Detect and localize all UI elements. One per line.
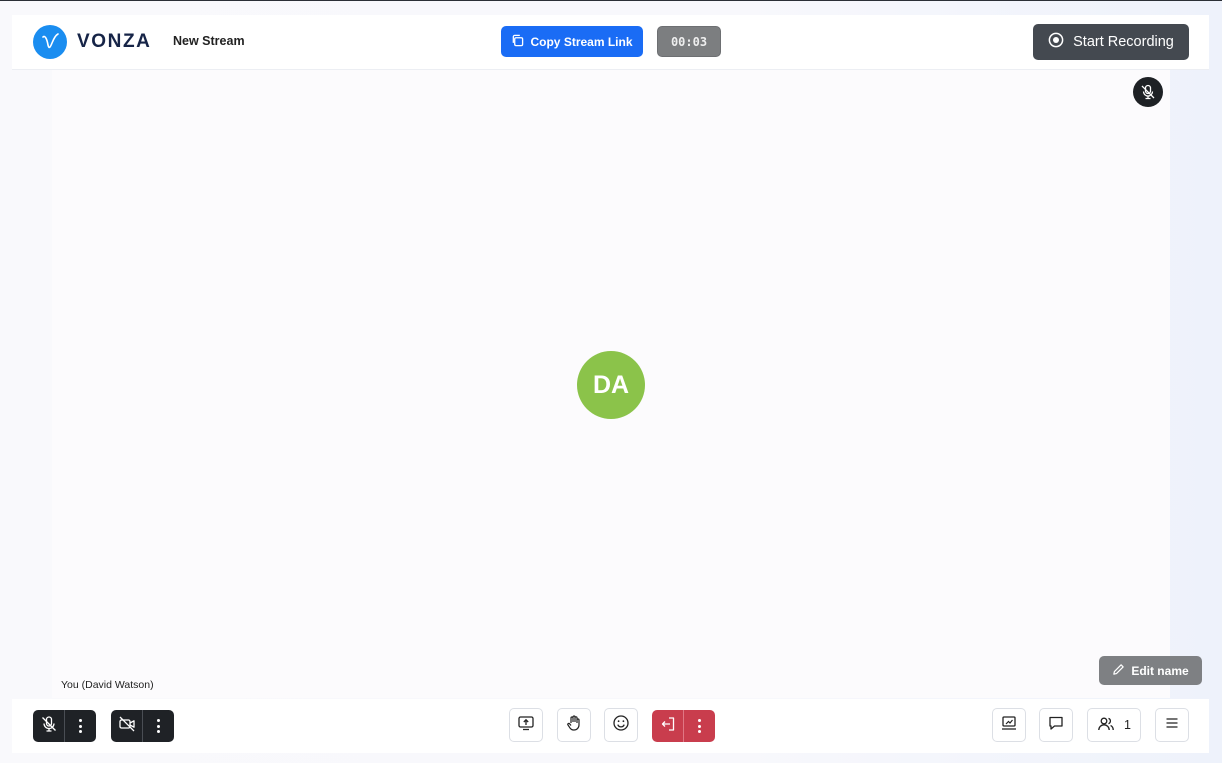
leave-stream-button[interactable]	[652, 710, 683, 742]
participants-icon	[1097, 715, 1115, 736]
whiteboard-button[interactable]	[992, 708, 1026, 742]
participants-button[interactable]: 1	[1087, 708, 1141, 742]
bottom-toolbar: 1	[12, 699, 1209, 753]
copy-stream-link-label: Copy Stream Link	[530, 34, 633, 49]
more-options-icon	[79, 719, 82, 733]
avatar: DA	[577, 351, 645, 419]
more-options-icon	[157, 719, 160, 733]
raise-hand-button[interactable]	[557, 708, 591, 742]
edit-name-label: Edit name	[1131, 663, 1189, 678]
leave-control-group	[652, 710, 715, 742]
start-recording-button[interactable]: Start Recording	[1033, 24, 1189, 60]
participant-count: 1	[1124, 718, 1131, 732]
participant-name-label: You (David Watson)	[61, 679, 154, 691]
camera-off-icon	[118, 715, 136, 738]
menu-icon	[1163, 714, 1181, 737]
mic-options-button[interactable]	[64, 710, 96, 742]
leave-icon	[659, 715, 677, 738]
camera-options-button[interactable]	[142, 710, 174, 742]
share-screen-icon	[517, 714, 535, 737]
stream-timer: 00:03	[657, 26, 721, 57]
raise-hand-icon	[565, 714, 583, 737]
camera-toggle-button[interactable]	[111, 710, 142, 742]
edit-name-button[interactable]: Edit name	[1099, 656, 1202, 685]
leave-options-button[interactable]	[683, 710, 715, 742]
start-recording-label: Start Recording	[1073, 34, 1174, 50]
mic-toggle-button[interactable]	[33, 710, 64, 742]
brand-name: VONZA	[77, 31, 152, 52]
copy-icon	[511, 34, 524, 50]
chat-button[interactable]	[1039, 708, 1073, 742]
mic-control-group	[33, 710, 96, 742]
vonza-logo-icon	[33, 25, 67, 59]
stream-title: New Stream	[173, 34, 245, 48]
pencil-icon	[1112, 663, 1125, 679]
mic-off-icon	[40, 715, 58, 738]
emoji-reaction-button[interactable]	[604, 708, 638, 742]
whiteboard-icon	[1000, 714, 1018, 737]
share-screen-button[interactable]	[509, 708, 543, 742]
menu-button[interactable]	[1155, 708, 1189, 742]
record-icon	[1048, 32, 1064, 52]
copy-stream-link-button[interactable]: Copy Stream Link	[501, 26, 643, 57]
top-bar: VONZA New Stream Copy Stream Link 00:03 …	[12, 15, 1209, 70]
chat-icon	[1047, 714, 1065, 737]
mic-off-icon	[1133, 77, 1163, 107]
more-options-icon	[698, 719, 701, 733]
emoji-icon	[612, 714, 630, 737]
camera-control-group	[111, 710, 174, 742]
